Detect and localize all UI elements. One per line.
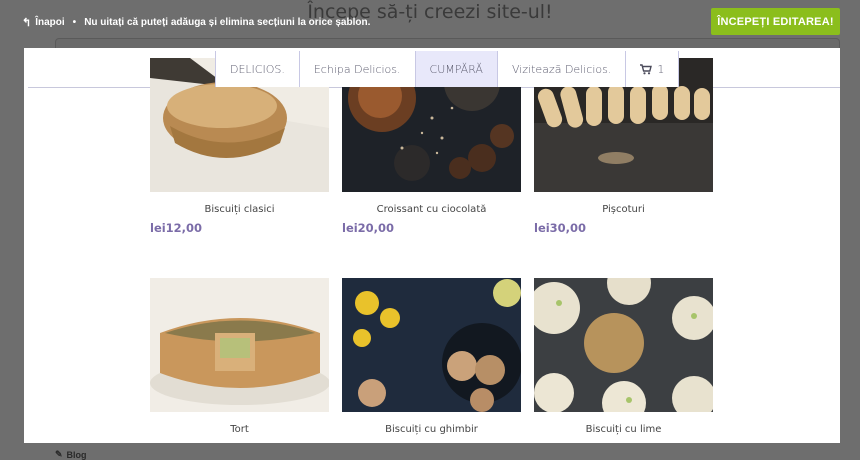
nav-item-visit[interactable]: Vizitează Delicios. <box>496 51 625 87</box>
product-name[interactable]: Croissant cu ciocolată <box>342 204 521 215</box>
product-price: lei20,00 <box>342 221 395 235</box>
nav-item-team[interactable]: Echipa Delicios. <box>298 51 415 87</box>
product-price: lei30,00 <box>534 221 587 235</box>
template-tip: Nu uitați că puteți adăuga și elimina se… <box>84 17 371 28</box>
reply-arrow-icon: ↰ <box>22 17 32 29</box>
product-card[interactable]: Tort <box>150 278 329 435</box>
start-editing-button[interactable]: ÎNCEPEȚI EDITAREA! <box>711 8 840 35</box>
blog-label: Blog <box>66 449 87 460</box>
product-card[interactable]: Biscuiți cu ghimbir <box>342 278 521 435</box>
pencil-icon: ✎ <box>55 449 63 459</box>
back-button[interactable]: ↰ Înapoi • Nu uitați că puteți adăuga și… <box>22 16 370 29</box>
editor-topbar: ↰ Înapoi • Nu uitați că puteți adăuga și… <box>0 0 860 48</box>
product-image-lime-cookies <box>534 278 713 412</box>
product-name[interactable]: Biscuiți cu lime <box>534 424 713 435</box>
nav-item-shop[interactable]: CUMPĂRĂ <box>414 51 497 87</box>
product-name[interactable]: Tort <box>150 424 329 435</box>
product-price: lei12,00 <box>150 221 203 235</box>
nav-item-delicios[interactable]: DELICIOS. <box>215 51 299 87</box>
product-image-gingerbread <box>342 278 521 412</box>
background-blog-link: ✎ Blog <box>55 449 87 460</box>
cart-count: 1 <box>657 62 665 76</box>
product-image-tart <box>150 278 329 412</box>
product-name[interactable]: Biscuiți clasici <box>150 204 329 215</box>
cart-button[interactable]: 1 <box>625 51 680 87</box>
site-nav: DELICIOS. Echipa Delicios. CUMPĂRĂ Vizit… <box>215 51 680 87</box>
template-preview: DELICIOS. Echipa Delicios. CUMPĂRĂ Vizit… <box>24 48 840 443</box>
product-name[interactable]: Biscuiți cu ghimbir <box>342 424 521 435</box>
product-card[interactable]: Biscuiți cu lime <box>534 278 713 435</box>
cart-icon <box>640 63 653 74</box>
product-name[interactable]: Pișcoturi <box>534 204 713 215</box>
separator-dot: • <box>72 17 77 28</box>
back-label: Înapoi <box>35 17 65 28</box>
